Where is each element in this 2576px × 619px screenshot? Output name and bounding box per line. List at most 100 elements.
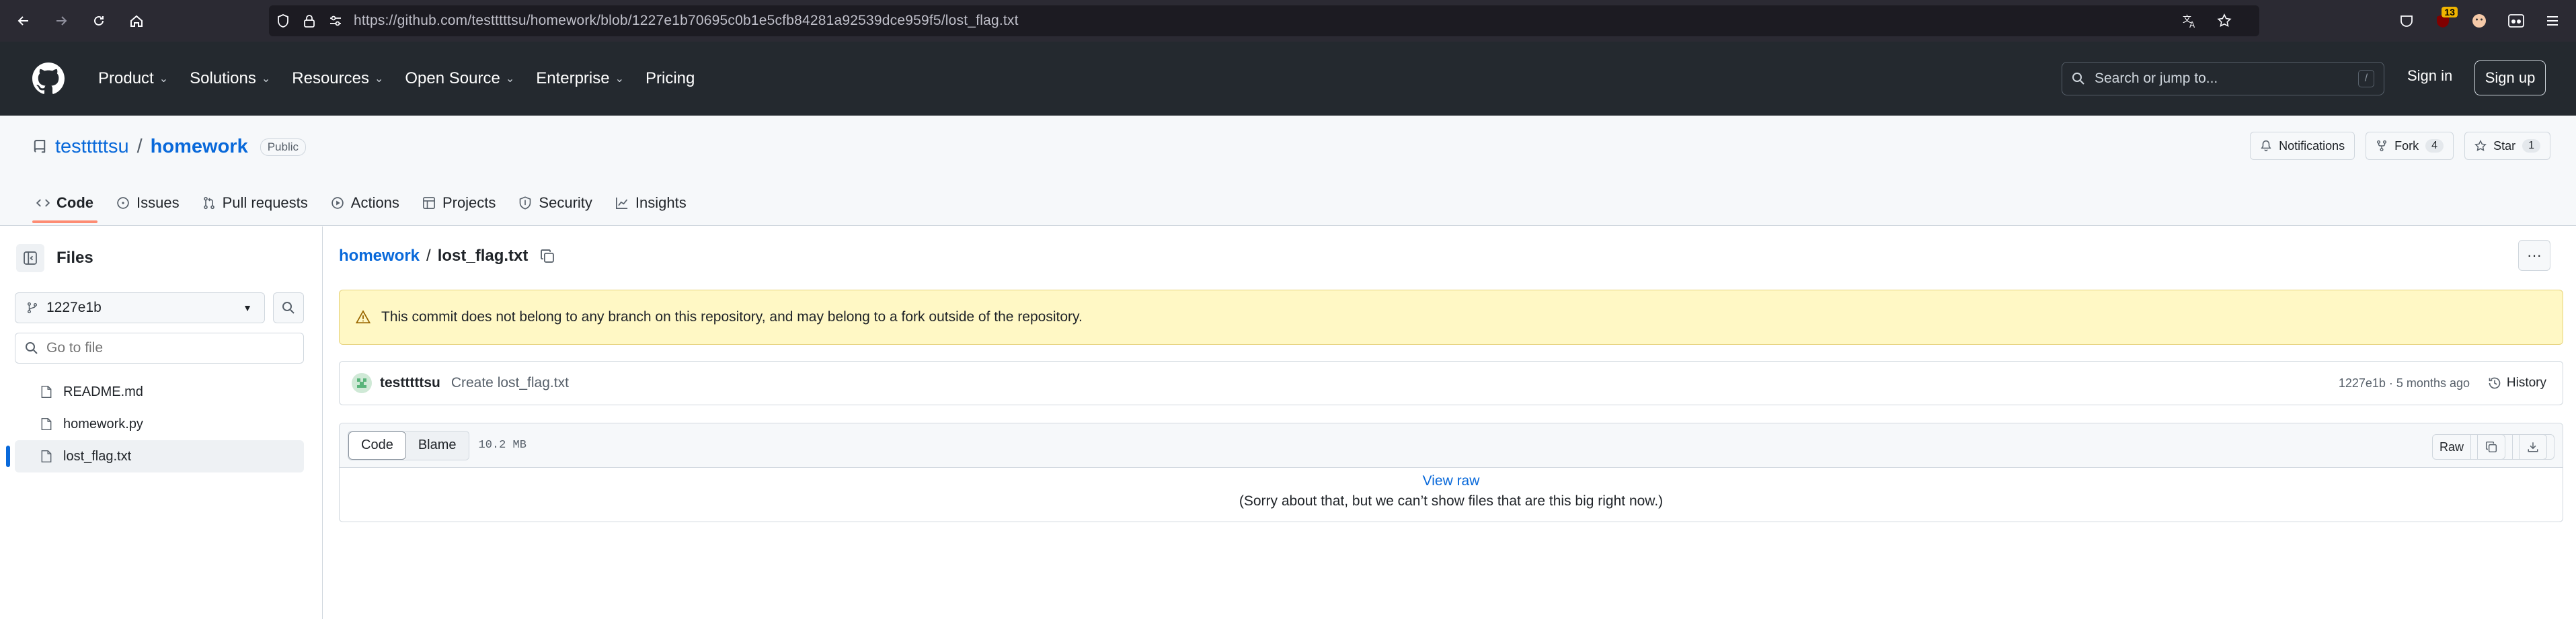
chevron-down-icon: ⌄ bbox=[261, 73, 271, 85]
chevron-down-icon: ⌄ bbox=[159, 73, 169, 85]
file-viewer-body: View raw (Sorry about that, but we can’t… bbox=[340, 468, 2563, 509]
view-raw-link[interactable]: View raw bbox=[340, 473, 2563, 489]
nav-product[interactable]: Product ⌄ bbox=[89, 69, 178, 88]
extension-glasses-icon[interactable] bbox=[2507, 13, 2525, 29]
sign-up-button[interactable]: Sign up bbox=[2474, 60, 2546, 95]
play-circle-icon bbox=[331, 196, 344, 210]
nav-pricing[interactable]: Pricing bbox=[636, 69, 704, 88]
go-to-file-field[interactable] bbox=[15, 333, 304, 364]
star-button[interactable]: Star 1 bbox=[2464, 132, 2550, 160]
raw-button[interactable]: Raw bbox=[2431, 434, 2471, 460]
home-icon[interactable] bbox=[126, 11, 147, 31]
visibility-badge: Public bbox=[260, 138, 307, 156]
copy-path-icon[interactable] bbox=[540, 249, 555, 263]
star-label: Star bbox=[2493, 138, 2516, 153]
address-bar[interactable]: https://github.com/testttttsu/homework/b… bbox=[269, 5, 2259, 36]
tab-projects[interactable]: Projects bbox=[413, 183, 505, 223]
repo-name-link[interactable]: homework bbox=[151, 136, 248, 158]
file-size: 10.2 MB bbox=[478, 439, 526, 452]
permissions-icon[interactable] bbox=[328, 13, 343, 28]
star-count: 1 bbox=[2522, 139, 2540, 153]
chevron-down-icon: ⌄ bbox=[374, 73, 384, 85]
github-header: Product ⌄ Solutions ⌄ Resources ⌄ Open Sour… bbox=[0, 42, 2576, 116]
extension-ublock-icon[interactable]: 13 bbox=[2435, 7, 2458, 29]
search-placeholder: Search or jump to... bbox=[2095, 71, 2218, 86]
branch-name: 1227e1b bbox=[46, 300, 102, 315]
file-item-homework-py[interactable]: homework.py bbox=[15, 408, 304, 440]
menu-icon[interactable] bbox=[2545, 13, 2560, 28]
lock-icon[interactable] bbox=[303, 13, 316, 28]
tracking-shield-icon[interactable] bbox=[276, 13, 290, 28]
star-icon bbox=[2474, 140, 2487, 152]
tab-pull-requests[interactable]: Pull requests bbox=[193, 183, 317, 223]
file-icon bbox=[40, 417, 52, 431]
tab-insights[interactable]: Insights bbox=[606, 183, 696, 223]
pocket-icon[interactable] bbox=[2398, 13, 2415, 29]
url-text[interactable]: https://github.com/testttttsu/homework/b… bbox=[354, 13, 1019, 29]
commit-author-link[interactable]: testttttsu bbox=[380, 375, 440, 391]
search-icon bbox=[2072, 72, 2085, 85]
file-search-button[interactable] bbox=[273, 292, 304, 323]
nav-product-label: Product bbox=[98, 69, 154, 87]
nav-pricing-label: Pricing bbox=[646, 69, 695, 87]
nav-open-source[interactable]: Open Source ⌄ bbox=[395, 69, 524, 88]
repo-owner-link[interactable]: testttttsu bbox=[55, 136, 129, 158]
fork-count: 4 bbox=[2425, 139, 2444, 153]
notifications-button[interactable]: Notifications bbox=[2250, 132, 2355, 160]
branch-icon bbox=[26, 302, 38, 314]
browser-toolbar: https://github.com/testttttsu/homework/b… bbox=[0, 0, 2576, 42]
tab-security[interactable]: Security bbox=[509, 183, 601, 223]
extension-face-icon[interactable] bbox=[2471, 13, 2487, 29]
tab-code-label: Code bbox=[56, 194, 93, 211]
download-raw-button[interactable] bbox=[2512, 434, 2554, 460]
graph-icon bbox=[615, 196, 629, 210]
sidebar-collapse-icon[interactable] bbox=[16, 244, 44, 272]
tab-issues-label: Issues bbox=[136, 194, 180, 211]
nav-enterprise-label: Enterprise bbox=[536, 69, 610, 87]
nav-enterprise[interactable]: Enterprise ⌄ bbox=[526, 69, 633, 88]
nav-resources-label: Resources bbox=[292, 69, 369, 87]
nav-solutions[interactable]: Solutions ⌄ bbox=[180, 69, 280, 88]
nav-resources[interactable]: Resources ⌄ bbox=[282, 69, 393, 88]
github-logo-icon[interactable] bbox=[32, 63, 65, 95]
shield-icon bbox=[518, 196, 532, 210]
copy-icon bbox=[2477, 434, 2505, 460]
chevron-down-icon: ⌄ bbox=[615, 73, 625, 85]
history-button[interactable]: History bbox=[2488, 376, 2546, 390]
fork-label: Fork bbox=[2394, 138, 2419, 153]
forward-icon[interactable] bbox=[51, 11, 71, 31]
tab-issues[interactable]: Issues bbox=[107, 183, 189, 223]
latest-commit-bar: testttttsu Create lost_flag.txt 1227e1b … bbox=[339, 361, 2563, 405]
search-shortcut-key: / bbox=[2358, 70, 2374, 87]
back-icon[interactable] bbox=[13, 11, 34, 31]
fork-button[interactable]: Fork 4 bbox=[2366, 132, 2454, 160]
tab-security-label: Security bbox=[539, 194, 592, 211]
nav-solutions-label: Solutions bbox=[190, 69, 256, 87]
search-input[interactable]: Search or jump to... / bbox=[2062, 62, 2384, 95]
translate-icon[interactable]: 文A bbox=[2181, 13, 2197, 29]
reload-icon[interactable] bbox=[89, 11, 109, 31]
repo-separator: / bbox=[136, 136, 143, 157]
breadcrumb-separator: / bbox=[426, 247, 431, 265]
commit-message-link[interactable]: Create lost_flag.txt bbox=[451, 375, 569, 391]
kebab-horizontal-icon: ··· bbox=[2527, 247, 2542, 263]
file-item-lost-flag[interactable]: lost_flag.txt bbox=[6, 440, 304, 472]
tab-code[interactable]: Code bbox=[27, 183, 103, 223]
sign-in-link[interactable]: Sign in bbox=[2407, 67, 2452, 85]
avatar[interactable] bbox=[352, 373, 372, 393]
code-view-button[interactable]: Code bbox=[348, 431, 406, 460]
tab-insights-label: Insights bbox=[635, 194, 687, 211]
branch-selector[interactable]: 1227e1b ▼ bbox=[15, 292, 265, 323]
bookmark-star-icon[interactable] bbox=[2216, 13, 2232, 29]
file-name: lost_flag.txt bbox=[63, 448, 132, 464]
svg-text:A: A bbox=[2189, 20, 2195, 29]
breadcrumb-file: lost_flag.txt bbox=[437, 247, 529, 265]
tab-actions[interactable]: Actions bbox=[321, 183, 409, 223]
breadcrumb-repo-link[interactable]: homework bbox=[339, 247, 420, 265]
copy-raw-button[interactable] bbox=[2470, 434, 2513, 460]
commit-meta[interactable]: 1227e1b · 5 months ago bbox=[2339, 376, 2470, 390]
blame-view-button[interactable]: Blame bbox=[405, 431, 469, 460]
go-to-file-input[interactable] bbox=[46, 340, 288, 356]
file-item-readme[interactable]: README.md bbox=[15, 376, 304, 408]
more-options-button[interactable]: ··· bbox=[2518, 240, 2550, 271]
